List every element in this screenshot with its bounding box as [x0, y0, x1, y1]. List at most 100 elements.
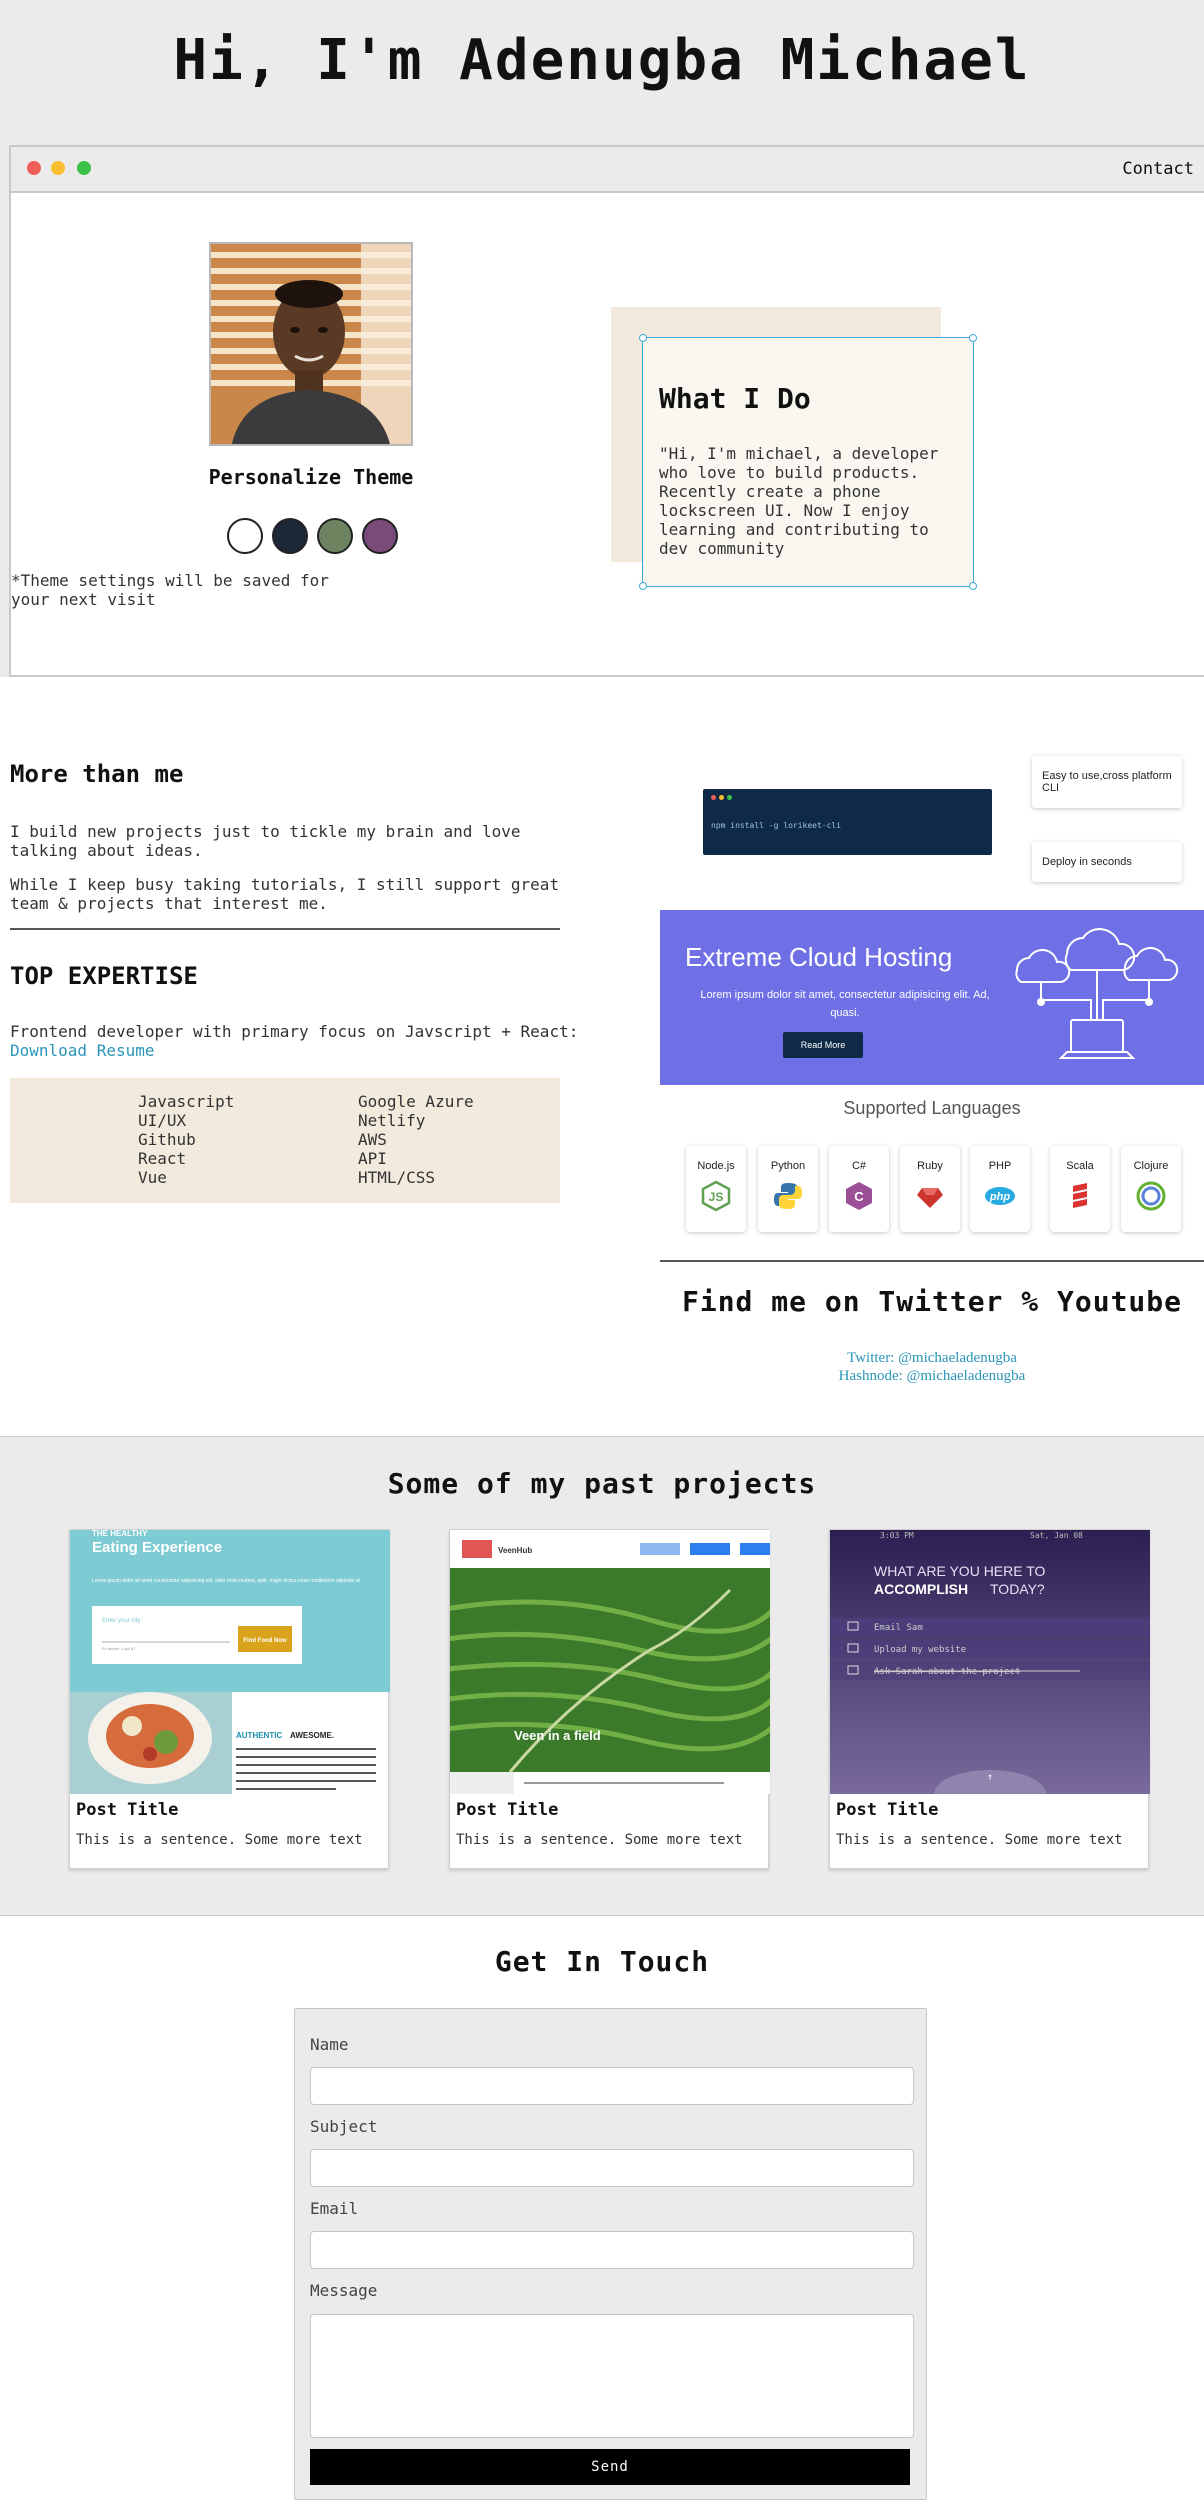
thumb-kicker: THE HEALTHY — [92, 1530, 148, 1538]
minimize-dot-icon — [51, 161, 65, 175]
thumb-blurb: Lorem ipsum dolor sit amet consectetur a… — [92, 1578, 361, 1584]
language-name: Ruby — [917, 1160, 943, 1172]
thumb-date: Sat, Jan 08 — [1030, 1531, 1083, 1540]
thumb-time: 3:03 PM — [880, 1531, 914, 1540]
message-label: Message — [310, 2281, 378, 2300]
window-title-bar: Contact — [11, 147, 1204, 193]
theme-title: Personalize Theme — [208, 465, 414, 489]
download-resume-link[interactable]: Download Resume — [10, 1041, 155, 1060]
skill-item: UI/UX — [138, 1111, 187, 1130]
svg-text:C: C — [854, 1189, 864, 1204]
what-i-do-title: What I Do — [659, 382, 811, 415]
thumb-city-label: Enter your city: — [102, 1618, 142, 1624]
language-name: Scala — [1066, 1160, 1094, 1172]
language-card: Clojure — [1121, 1146, 1181, 1232]
cli-terminal: npm install -g lorikeet-cli — [703, 789, 992, 855]
divider — [10, 928, 560, 930]
language-name: Python — [770, 1160, 806, 1172]
thumb-heading: Eating Experience — [92, 1539, 222, 1556]
hero-section: Hi, I'm Adenugba Michael Contact Persona… — [0, 0, 1204, 677]
terminal-dot-icon — [727, 795, 732, 800]
resize-handle-icon — [969, 582, 977, 590]
skills-box: Javascript UI/UX Github React Vue Google… — [10, 1078, 560, 1203]
what-i-do-card: What I Do "Hi, I'm michael, a developer … — [639, 334, 977, 590]
nav-contact-link[interactable]: Contact — [1122, 159, 1194, 179]
expertise-text: Frontend developer with primary focus on… — [10, 1022, 590, 1060]
cloud-network-icon — [1015, 928, 1179, 1059]
maximize-dot-icon — [77, 161, 91, 175]
terminal-dot-icon — [711, 795, 716, 800]
contact-title: Get In Touch — [494, 1945, 710, 1978]
subject-field[interactable] — [310, 2149, 914, 2187]
skill-item: Google Azure — [358, 1092, 474, 1111]
thumb-section-title-2: AWESOME. — [290, 1731, 334, 1740]
resize-handle-icon — [969, 334, 977, 342]
skills-column: Google Azure Netlify AWS API HTML/CSS — [358, 1092, 474, 1187]
skills-column: Javascript UI/UX Github React Vue — [138, 1092, 234, 1187]
social-title: Find me on Twitter % Youtube — [681, 1285, 1182, 1318]
theme-swatch-navy[interactable] — [272, 518, 308, 554]
thumb-button: Find Food Now — [243, 1638, 287, 1644]
expertise-description: Frontend developer with primary focus on… — [10, 1022, 579, 1041]
skill-item: AWS — [358, 1130, 387, 1149]
hero-title: Hi, I'm Adenugba Michael — [173, 28, 1031, 93]
skill-item: Javascript — [138, 1092, 235, 1111]
read-more-button[interactable]: Read More — [783, 1032, 863, 1058]
twitter-link[interactable]: Twitter: @michaeladenugba — [660, 1350, 1204, 1367]
thumb-city-hint: Ex ample: 1 apt 87 — [102, 1646, 136, 1651]
skill-item: Github — [138, 1130, 196, 1149]
thumb-question-end: TODAY? — [990, 1581, 1045, 1597]
name-field[interactable] — [310, 2067, 914, 2105]
language-card: Ruby — [900, 1146, 960, 1232]
contact-form: Name Subject Email Message Send — [294, 2008, 927, 2500]
skill-item: HTML/CSS — [358, 1168, 436, 1187]
theme-swatch-green[interactable] — [317, 518, 353, 554]
project-description: This is a sentence. Some more text — [836, 1832, 1123, 1848]
clojure-icon — [1136, 1181, 1166, 1211]
browser-window: Contact Personalize Theme *Theme setting… — [9, 145, 1204, 677]
resize-handle-icon — [639, 582, 647, 590]
language-card: PHP php — [970, 1146, 1030, 1232]
feature-card: Easy to use,cross platform CLI — [1032, 756, 1182, 808]
email-label: Email — [310, 2199, 359, 2218]
language-card: Node.js JS — [686, 1146, 746, 1232]
language-card: C# C — [829, 1146, 889, 1232]
project-description: This is a sentence. Some more text — [76, 1832, 363, 1848]
svg-text:php: php — [989, 1191, 1010, 1203]
project-title: Post Title — [76, 1800, 179, 1820]
skill-item: API — [358, 1149, 387, 1168]
project-card[interactable]: THE HEALTHY Eating Experience Lorem ipsu… — [69, 1529, 390, 1869]
expertise-title: TOP EXPERTISE — [10, 962, 198, 990]
scala-icon — [1073, 1183, 1087, 1208]
more-title: More than me — [10, 760, 184, 788]
csharp-icon: C — [846, 1182, 872, 1210]
project-card[interactable]: VeenHub Veen in a field Post Title This … — [449, 1529, 770, 1869]
hashnode-link[interactable]: Hashnode: @michaeladenugba — [660, 1368, 1204, 1385]
more-paragraph: While I keep busy taking tutorials, I st… — [10, 875, 560, 913]
theme-swatch-purple[interactable] — [362, 518, 398, 554]
theme-swatch-white[interactable] — [227, 518, 263, 554]
thumb-question: WHAT ARE YOU HERE TO — [874, 1563, 1046, 1579]
message-textarea[interactable] — [310, 2314, 914, 2438]
what-i-do-text: "Hi, I'm michael, a developer who love t… — [659, 444, 939, 558]
cloud-title: Extreme Cloud Hosting — [685, 942, 953, 972]
thumb-task: Email Sam — [874, 1623, 923, 1633]
thumb-section-title: AUTHENTIC — [236, 1731, 282, 1740]
name-label: Name — [310, 2035, 349, 2054]
ruby-icon — [917, 1188, 943, 1208]
thumb-task: Upload my website — [874, 1645, 966, 1655]
nodejs-icon: JS — [701, 1180, 731, 1212]
project-card[interactable]: 3:03 PM Sat, Jan 08 WHAT ARE YOU HERE TO… — [829, 1529, 1150, 1869]
cli-command: npm install -g lorikeet-cli — [711, 821, 842, 830]
email-field[interactable] — [310, 2231, 914, 2269]
language-card: Scala — [1050, 1146, 1110, 1232]
more-paragraph: I build new projects just to tickle my b… — [10, 822, 521, 860]
projects-section: Some of my past projects THE HEALTHY Eat… — [0, 1436, 1204, 1916]
theme-note: *Theme settings will be saved for your n… — [11, 571, 329, 609]
language-name: Clojure — [1133, 1160, 1169, 1172]
thumb-task: Ask Sarah about the project — [874, 1667, 1020, 1677]
theme-swatches — [227, 518, 398, 554]
skill-item: React — [138, 1149, 187, 1168]
php-icon: php — [985, 1187, 1015, 1205]
send-button[interactable]: Send — [310, 2449, 910, 2485]
